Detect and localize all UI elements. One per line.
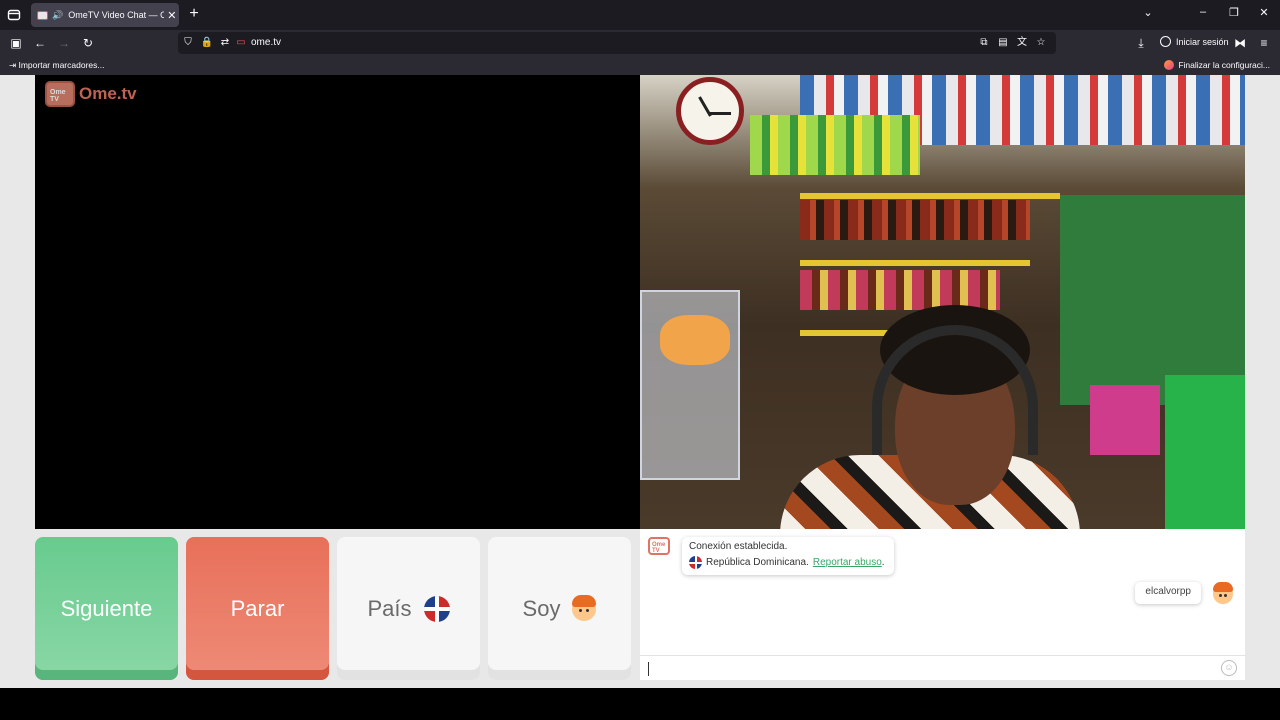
import-bookmarks-label: Importar marcadores...: [18, 60, 105, 70]
url-text[interactable]: ome.tv: [251, 37, 281, 48]
stranger-video: Ome TV Ome.tv: [35, 75, 640, 529]
tab-title: OmeTV Video Chat — OmeTV: [68, 10, 165, 20]
back-icon[interactable]: ←: [31, 34, 49, 52]
country-label: País: [367, 595, 412, 621]
firefox-icon: [1164, 60, 1175, 70]
user-message-bubble: elcalvorpp: [1135, 582, 1201, 604]
finish-setup-label: Finalizar la configuraci...: [1178, 60, 1270, 70]
emoji-icon[interactable]: ☺: [1221, 660, 1237, 676]
video-clock: [676, 77, 744, 145]
site-favicon-icon: [37, 10, 48, 20]
speaker-icon[interactable]: 🔊: [52, 10, 63, 21]
close-window-icon[interactable]: ✕: [1255, 6, 1273, 19]
video-products: [800, 200, 1030, 240]
address-bar[interactable]: ⛉ 🔒 ⇄ ▭ ome.tv ⧉ ▤ 文 ☆: [178, 32, 1056, 54]
mini-dominican-flag-icon: [689, 556, 702, 569]
reader-view-icon[interactable]: ▤: [995, 35, 1011, 51]
permissions-icon[interactable]: ⇄: [217, 35, 233, 51]
chat-message-input[interactable]: ☺: [640, 655, 1245, 680]
lock-icon[interactable]: 🔒: [199, 35, 215, 51]
signin-label: Iniciar sesión: [1176, 36, 1229, 47]
chat-tv-logo-icon: Ome TV: [648, 537, 670, 555]
reload-icon[interactable]: ↻: [79, 34, 97, 52]
bottom-strip: [0, 688, 1280, 720]
import-bookmarks-link[interactable]: ⇥ Importar marcadores...: [9, 60, 104, 71]
next-label: Siguiente: [60, 595, 153, 621]
sidebar-icon[interactable]: ▣: [7, 34, 25, 52]
chat-logo-badge: Ome TV: [652, 542, 666, 554]
ometv-page: Ome TV Ome.tv Siguiente Parar País Soy O…: [0, 75, 1280, 688]
user-avatar-icon: [1213, 582, 1233, 604]
video-products: [750, 115, 920, 175]
gender-label: Soy: [522, 595, 561, 621]
logo-badge: Ome TV: [50, 89, 66, 103]
tab-close-icon[interactable]: ✕: [167, 9, 176, 22]
system-message-bubble: Conexión establecida. República Dominica…: [682, 537, 894, 575]
picture-in-picture-icon[interactable]: ⧉: [976, 35, 992, 51]
connection-status-text: Conexión establecida.: [689, 541, 788, 552]
translate-icon[interactable]: 文: [1014, 35, 1030, 51]
gender-button[interactable]: Soy: [488, 537, 631, 680]
country-button[interactable]: País: [337, 537, 480, 680]
new-tab-icon[interactable]: +: [185, 5, 203, 23]
video-products: [1090, 385, 1160, 455]
minimize-icon[interactable]: –: [1194, 6, 1212, 18]
extensions-icon[interactable]: ⧓: [1231, 34, 1249, 52]
bookmarks-bar: ⇥ Importar marcadores... Finalizar la co…: [0, 56, 1280, 75]
next-button[interactable]: Siguiente: [35, 537, 178, 680]
finish-setup-link[interactable]: Finalizar la configuraci...: [1164, 60, 1270, 70]
maximize-icon[interactable]: ❐: [1225, 6, 1243, 19]
forward-icon[interactable]: →: [55, 34, 73, 52]
country-text: República Dominicana.: [706, 557, 809, 568]
video-crate: [1165, 375, 1245, 529]
text-caret: [648, 662, 649, 676]
tab-strip: 🔊 OmeTV Video Chat — OmeTV ✕ + ⌄ – ❐ ✕: [0, 0, 1280, 30]
username-text: elcalvorpp: [1145, 586, 1191, 597]
tv-logo-icon: Ome TV: [45, 81, 75, 107]
video-bread: [660, 315, 730, 365]
menu-icon[interactable]: ≡: [1255, 34, 1273, 52]
male-avatar-icon: [572, 594, 597, 621]
video-shelf: [800, 260, 1030, 266]
account-icon: [1160, 36, 1171, 47]
my-camera-video: [640, 75, 1245, 529]
chevron-down-icon[interactable]: ⌄: [1139, 6, 1157, 19]
video-fridge: [1060, 195, 1245, 405]
downloads-icon[interactable]: ⤓: [1132, 34, 1150, 52]
chat-panel: Ome TV Conexión establecida. República D…: [640, 529, 1245, 680]
user-avatar: [1213, 582, 1233, 604]
report-abuse-link[interactable]: Reportar abuso: [813, 557, 882, 568]
signin-button[interactable]: Iniciar sesión: [1160, 36, 1229, 47]
tab-list-icon[interactable]: [4, 5, 24, 25]
dominican-flag-icon: [423, 595, 450, 622]
video-shelf: [800, 193, 1060, 199]
video-products: [800, 270, 1000, 310]
report-suffix: .: [881, 557, 885, 568]
stop-button[interactable]: Parar: [186, 537, 329, 680]
bookmark-star-icon[interactable]: ☆: [1033, 35, 1049, 51]
ometv-logo[interactable]: Ome TV Ome.tv: [45, 81, 137, 107]
shield-icon[interactable]: ⛉: [180, 35, 196, 51]
stop-label: Parar: [230, 595, 285, 621]
logo-text: Ome.tv: [79, 84, 137, 103]
browser-tab[interactable]: 🔊 OmeTV Video Chat — OmeTV ✕: [31, 3, 179, 27]
camera-sharing-icon[interactable]: ▭: [233, 35, 249, 51]
navigation-bar: ▣ ← → ↻ ⛉ 🔒 ⇄ ▭ ome.tv ⧉ ▤ 文 ☆ ⤓ Iniciar…: [0, 30, 1280, 56]
